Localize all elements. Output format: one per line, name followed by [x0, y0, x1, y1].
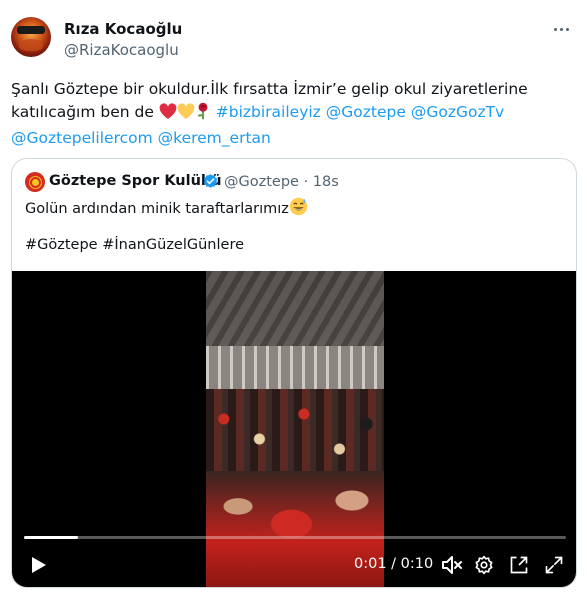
video-time-display: 0:01 / 0:10 — [354, 556, 434, 572]
tweet-line-3: @Goztepelilercom @kerem_ertan — [11, 127, 571, 150]
tweet: Rıza Kocaoğlu @RizaKocaoglu Şanlı Göztep… — [0, 0, 587, 593]
video-progress-fill — [24, 536, 79, 539]
yellow-heart-icon — [177, 103, 195, 127]
hashtag-link[interactable]: #bizbiraileyiz — [216, 103, 321, 121]
quoted-avatar[interactable] — [25, 172, 45, 192]
tweet-text: Şanlı Göztepe bir okuldur.İlk fırsatta İ… — [11, 78, 571, 150]
quoted-tweet[interactable]: Göztepe Spor Kulübü @Goztepe · 18s Golün… — [11, 158, 577, 588]
pip-icon — [510, 556, 528, 574]
video-player[interactable]: 0:01 / 0:10 — [12, 271, 576, 587]
quoted-text: Golün ardından minik taraftarlarımız — [25, 201, 289, 217]
quoted-handle: @Goztepe — [224, 174, 299, 190]
red-heart-icon — [159, 103, 177, 127]
rose-icon — [195, 102, 211, 127]
mention-link[interactable]: @GozGozTv — [411, 103, 504, 121]
play-icon — [32, 557, 46, 573]
quoted-author-name[interactable]: Göztepe Spor Kulübü — [49, 173, 222, 189]
verified-badge-icon — [203, 174, 218, 188]
fullscreen-button[interactable] — [541, 549, 567, 581]
author-avatar[interactable] — [11, 17, 51, 57]
author-handle[interactable]: @RizaKocaoglu — [64, 41, 179, 59]
dot-icon — [565, 27, 569, 31]
mention-link[interactable]: @Goztepelilercom — [11, 129, 153, 147]
tweet-line-1: Şanlı Göztepe bir okuldur.İlk fırsatta İ… — [11, 80, 528, 98]
settings-icon — [475, 555, 493, 575]
more-options-button[interactable] — [548, 16, 574, 42]
quoted-handle-time[interactable]: @Goztepe · 18s — [224, 174, 339, 190]
quoted-time: · 18s — [303, 174, 339, 190]
quoted-text-line-1: Golün ardından minik taraftarlarımız — [25, 197, 308, 220]
mention-link[interactable]: @Goztepe — [326, 103, 406, 121]
picture-in-picture-button[interactable] — [506, 549, 532, 581]
video-progress-bar[interactable] — [24, 536, 566, 539]
tweet-line-2: katılıcağım ben de #bizbiraileyiz @Gozte… — [11, 101, 571, 127]
mute-icon — [442, 556, 462, 574]
mute-button[interactable] — [439, 549, 465, 581]
tweet-line-2-text: katılıcağım ben de — [11, 103, 159, 121]
video-controls: 0:01 / 0:10 — [12, 549, 576, 581]
play-button[interactable] — [26, 549, 52, 581]
quoted-hashtags: #Göztepe #İnanGüzelGünlere — [25, 237, 245, 253]
mention-link[interactable]: @kerem_ertan — [158, 129, 271, 147]
video-frame — [206, 271, 384, 587]
fullscreen-icon — [545, 556, 563, 574]
author-name[interactable]: Rıza Kocaoğlu — [64, 20, 182, 38]
dot-icon — [553, 27, 557, 31]
grinning-sweat-face-icon — [289, 197, 308, 220]
settings-button[interactable] — [471, 549, 497, 581]
dot-icon — [559, 27, 563, 31]
